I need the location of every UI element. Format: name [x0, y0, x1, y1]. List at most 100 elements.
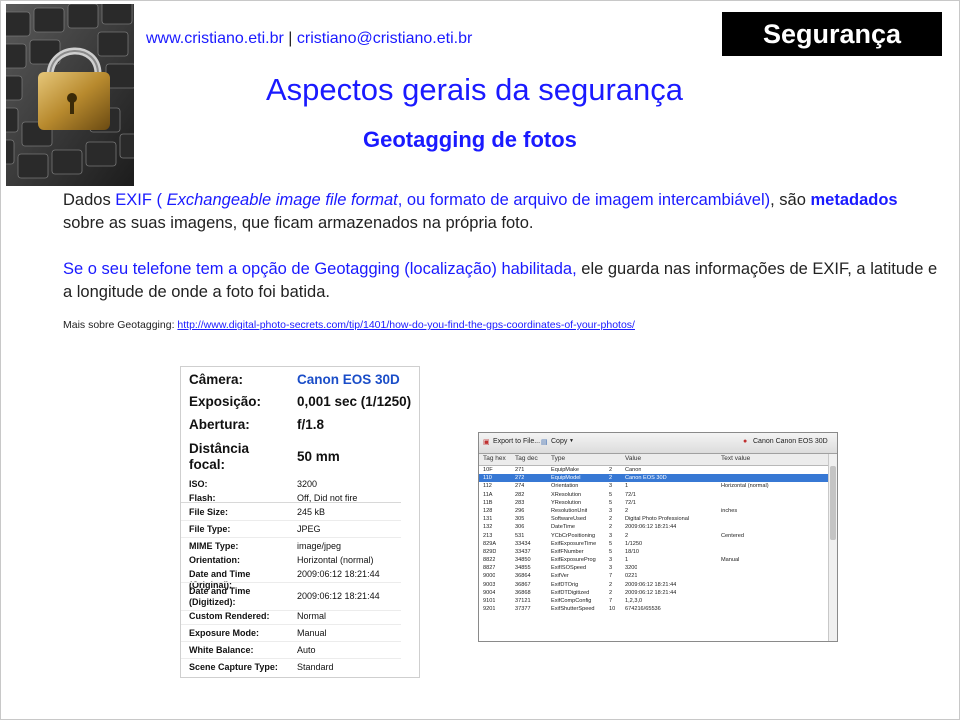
padlock-keyboard-photo	[6, 4, 134, 186]
copy-button[interactable]: Copy	[551, 438, 567, 445]
exif-value: Off, Did not fire	[297, 493, 358, 503]
exif-label: Câmera:	[189, 372, 244, 387]
column-header[interactable]: Tag dec	[515, 455, 538, 462]
table-cell: 1	[625, 557, 629, 564]
camera-icon: ●	[743, 438, 748, 445]
table-cell: 36864	[515, 573, 531, 580]
header-links: www.cristiano.eti.br | cristiano@cristia…	[146, 30, 472, 48]
table-cell: 9101	[483, 598, 496, 604]
table-cell: ExifExposureProg	[551, 557, 596, 564]
exif-value: 3200	[297, 479, 318, 489]
table-cell: ExifCompConfig	[551, 598, 592, 604]
table-cell: XResolution	[551, 491, 582, 498]
table-cell: 274	[515, 483, 525, 490]
table-row[interactable]: 128 296 ResolutionUnit 3 2 inches	[479, 507, 829, 515]
text-run: , ou formato de arquivo de imagem interc…	[397, 191, 771, 209]
table-cell: 2009:06:12 18:21:44	[625, 581, 677, 588]
table-cell: 5	[609, 540, 613, 547]
table-cell: 11B	[483, 499, 493, 506]
export-icon[interactable]: ▣	[483, 438, 490, 446]
exif-label: MIME Type:	[189, 541, 239, 551]
table-row[interactable]: 8827 34855 ExifISOSpeed 3 3200	[479, 564, 829, 572]
column-header[interactable]: Tag hex	[483, 455, 506, 462]
exif-label: White Balance:	[189, 645, 254, 655]
column-header[interactable]: Text value	[721, 455, 750, 462]
scrollbar[interactable]	[828, 454, 837, 641]
column-header[interactable]: Type	[551, 455, 565, 462]
table-row[interactable]: 213 531 YCbCrPositioning 3 2 Centered	[479, 532, 829, 540]
exif-label: ISO:	[189, 479, 208, 489]
table-row[interactable]: 9004 36868 ExifDTDigitized 2 2009:06:12 18:2…	[479, 589, 829, 597]
section-badge: Segurança	[722, 12, 942, 56]
table-cell: ExifExposureTime	[551, 540, 597, 547]
exif-definition-paragraph: Dados EXIF ( Exchangeable image file for…	[63, 189, 923, 235]
table-row[interactable]: 131 305 SoftwareUsed 2 Digital Photo Profess…	[479, 515, 829, 523]
table-row[interactable]: 9003 36867 ExifDTOrig 2 2009:06:12 18:21:44	[479, 581, 829, 589]
exif-value: Horizontal (normal)	[297, 555, 374, 565]
toolbar: ▣ Export to File... ▤ Copy ▼ ● Canon Can…	[479, 433, 837, 454]
table-cell: 10	[609, 606, 616, 613]
table-cell: 72/1	[625, 491, 636, 498]
table-cell: 305	[515, 516, 525, 523]
table-cell: 131	[483, 516, 493, 523]
exif-viewer-window: ▣ Export to File... ▤ Copy ▼ ● Canon Can…	[478, 432, 838, 642]
text-run: Dados	[63, 191, 116, 209]
table-cell: 3	[609, 483, 613, 490]
more-info-link[interactable]: http://www.digital-photo-secrets.com/tip…	[177, 319, 635, 331]
table-row[interactable]: 8822 34850 ExifExposureProg 3 1 Manual	[479, 556, 829, 564]
table-row[interactable]: 9101 37121 ExifCompConfig 7 1,2,3,0	[479, 597, 829, 605]
table-cell: YCbCrPositioning	[551, 532, 596, 539]
table-cell: 11A	[483, 491, 493, 498]
exif-label: (Digitized):	[189, 597, 236, 607]
email-link[interactable]: cristiano@cristiano.eti.br	[297, 30, 472, 47]
table-cell: 5	[609, 491, 613, 498]
exif-value: Normal	[297, 611, 327, 621]
table-cell: inches	[721, 507, 738, 514]
table-cell: 7	[609, 573, 613, 580]
exif-value: Standard	[297, 662, 334, 672]
divider	[181, 641, 401, 642]
table-cell: 2009:06:12 18:21:44	[625, 524, 677, 531]
site-link[interactable]: www.cristiano.eti.br	[146, 30, 284, 47]
table-cell: 33437	[515, 548, 531, 555]
table-row[interactable]: 829A 33434 ExifExposureTime 5 1/1250	[479, 540, 829, 548]
export-button[interactable]: Export to File...	[493, 438, 540, 445]
text-run: , são	[770, 191, 811, 209]
table-cell: 18/10	[625, 548, 639, 555]
table-cell: 3	[609, 507, 613, 514]
table-cell: 72/1	[625, 499, 636, 506]
table-cell: 2	[609, 581, 613, 588]
table-cell: Centered	[721, 532, 745, 539]
table-row[interactable]: 132 306 DateTime 2 2009:06:12 18:21:44	[479, 523, 829, 531]
table-cell: 3	[609, 532, 613, 539]
table-cell: 283	[515, 499, 525, 506]
table-row[interactable]: 10F 271 EquipMake 2 Canon	[479, 466, 829, 474]
exif-value: 0,001 sec (1/1250)	[297, 394, 412, 409]
exif-value: 245 kB	[297, 507, 326, 517]
table-cell: YResolution	[551, 499, 582, 506]
link-separator: |	[288, 30, 293, 47]
divider	[181, 582, 401, 583]
table-cell: 7	[609, 598, 613, 604]
divider	[181, 537, 401, 538]
table-cell: 2	[609, 467, 613, 473]
table-cell: 3200	[625, 565, 638, 572]
chevron-down-icon[interactable]: ▼	[569, 438, 574, 444]
table-cell: 2	[609, 475, 613, 482]
column-header[interactable]: Value	[625, 455, 641, 462]
table-row[interactable]: 11A 282 XResolution 5 72/1	[479, 491, 829, 499]
copy-icon[interactable]: ▤	[541, 438, 548, 446]
exif-value: image/jpeg	[297, 541, 342, 551]
table-row[interactable]: 110 272 EquipModel 2 Canon EOS 30D	[479, 474, 829, 483]
table-cell: 2	[609, 589, 613, 596]
table-row[interactable]: 11B 283 YResolution 5 72/1	[479, 499, 829, 507]
exif-label: Abertura:	[189, 417, 250, 432]
table-row[interactable]: 829D 33437 ExifFNumber 5 18/10	[479, 548, 829, 556]
text-run: Se o seu telefone tem a opção de Geotagg…	[63, 260, 577, 278]
scroll-thumb[interactable]	[830, 466, 836, 540]
table-cell: 37377	[515, 606, 531, 613]
table-row[interactable]: 9201 37377 ExifShutterSpeed 10 674216/65536	[479, 605, 829, 613]
table-cell: 271	[515, 467, 525, 473]
table-row[interactable]: 112 274 Orientation 3 1 Horizontal (normal)	[479, 482, 829, 490]
table-row[interactable]: 9000 36864 ExifVer 7 0221	[479, 572, 829, 580]
